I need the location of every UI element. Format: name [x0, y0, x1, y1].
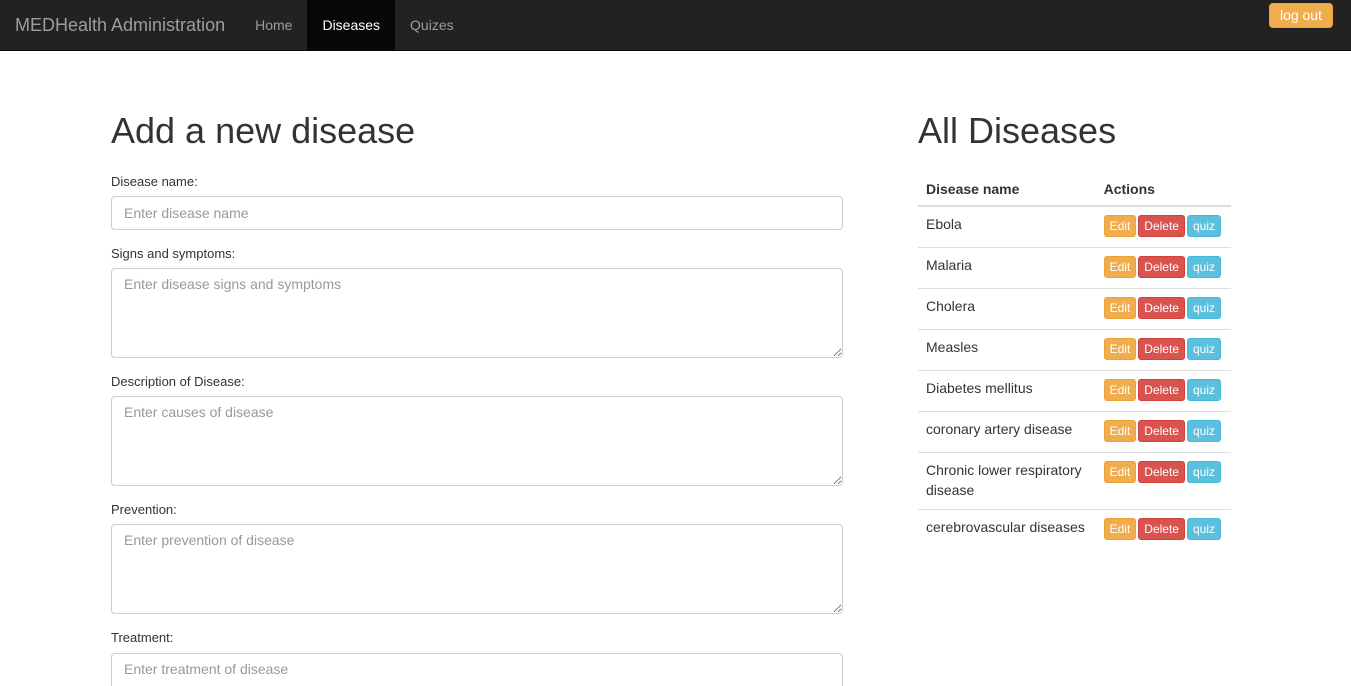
all-diseases-title: All Diseases	[918, 110, 1117, 151]
edit-button[interactable]: Edit	[1103, 337, 1137, 360]
quiz-button[interactable]: quiz	[1186, 255, 1221, 278]
navbar-nav: Home Diseases Quizes	[240, 0, 469, 50]
page-container: Add a new disease Disease name: Signs and…	[0, 51, 1351, 686]
field-label: Disease name:	[111, 173, 198, 189]
table-row: cerebrovascular diseases Edit Delete quiz	[918, 508, 1231, 550]
form-group: Disease name:	[111, 173, 843, 230]
action-button-group: Edit Delete quiz	[1103, 460, 1223, 485]
quiz-button[interactable]: quiz	[1186, 460, 1221, 483]
table-row: Ebola Edit Delete quiz	[918, 205, 1231, 248]
actions-cell: Edit Delete quiz	[1095, 410, 1231, 453]
form-group: Treatment:	[111, 629, 843, 686]
delete-button[interactable]: Delete	[1138, 460, 1185, 483]
disease-name-cell: Malaria	[918, 246, 1096, 289]
action-button-group: Edit Delete quiz	[1103, 378, 1223, 403]
diseases-table-body: Ebola Edit Delete quiz Malaria Edit Delete quiz…	[918, 205, 1231, 550]
column-header-actions: Actions	[1095, 172, 1231, 207]
actions-cell: Edit Delete quiz	[1095, 205, 1231, 248]
delete-button[interactable]: Delete	[1138, 517, 1185, 540]
column-header-disease-name: Disease name	[918, 172, 1096, 207]
nav-item-diseases[interactable]: Diseases	[307, 0, 396, 50]
actions-cell: Edit Delete quiz	[1095, 246, 1231, 289]
actions-cell: Edit Delete quiz	[1095, 287, 1231, 330]
signs-and-symptoms-field[interactable]	[111, 267, 843, 358]
diseases-table-head: Disease name Actions	[918, 172, 1231, 207]
add-disease-form: Add a new disease Disease name: Signs and…	[111, 51, 843, 686]
treatment-field[interactable]	[111, 652, 843, 686]
delete-button[interactable]: Delete	[1138, 378, 1185, 401]
navbar-brand[interactable]: MEDHealth Administration	[0, 0, 240, 50]
disease-name-field[interactable]	[111, 195, 843, 230]
action-button-group: Edit Delete quiz	[1103, 337, 1223, 362]
actions-cell: Edit Delete quiz	[1095, 451, 1231, 510]
disease-name-cell: cerebrovascular diseases	[918, 508, 1096, 550]
diseases-table: Disease name Actions Ebola Edit Delete quiz…	[918, 172, 1231, 550]
actions-cell: Edit Delete quiz	[1095, 508, 1231, 550]
page-title: Add a new disease	[111, 110, 416, 151]
disease-name-cell: Ebola	[918, 205, 1096, 248]
edit-button[interactable]: Edit	[1103, 460, 1137, 483]
delete-button[interactable]: Delete	[1138, 419, 1185, 442]
quiz-button[interactable]: quiz	[1186, 419, 1221, 442]
disease-name-cell: Measles	[918, 328, 1096, 371]
logout-button[interactable]: log out	[1268, 3, 1333, 28]
prevention-field[interactable]	[111, 524, 843, 615]
form-fields-group: Disease name: Signs and symptoms: Descript…	[111, 173, 843, 686]
form-group: Description of Disease:	[111, 373, 843, 487]
quiz-button[interactable]: quiz	[1186, 337, 1221, 360]
form-group: Signs and symptoms:	[111, 245, 843, 358]
disease-name-cell: Cholera	[918, 287, 1096, 330]
delete-button[interactable]: Delete	[1138, 214, 1185, 237]
table-row: Malaria Edit Delete quiz	[918, 246, 1231, 289]
nav-item-quizes[interactable]: Quizes	[395, 0, 469, 50]
field-label: Treatment:	[111, 630, 174, 646]
table-row: Cholera Edit Delete quiz	[918, 287, 1231, 330]
action-button-group: Edit Delete quiz	[1103, 517, 1223, 542]
all-diseases-panel: All Diseases Disease name Actions Ebola E…	[918, 51, 1231, 550]
action-button-group: Edit Delete quiz	[1103, 296, 1223, 321]
edit-button[interactable]: Edit	[1103, 296, 1137, 319]
edit-button[interactable]: Edit	[1103, 255, 1137, 278]
form-group: Prevention:	[111, 501, 843, 615]
action-button-group: Edit Delete quiz	[1103, 255, 1223, 280]
quiz-button[interactable]: quiz	[1186, 378, 1221, 401]
edit-button[interactable]: Edit	[1103, 214, 1137, 237]
table-row: Diabetes mellitus Edit Delete quiz	[918, 369, 1231, 412]
delete-button[interactable]: Delete	[1138, 255, 1185, 278]
disease-name-cell: coronary artery disease	[918, 410, 1096, 453]
nav-item-home[interactable]: Home	[240, 0, 307, 50]
edit-button[interactable]: Edit	[1103, 517, 1137, 540]
field-label: Prevention:	[111, 502, 177, 518]
table-row: coronary artery disease Edit Delete quiz	[918, 410, 1231, 453]
table-row: Measles Edit Delete quiz	[918, 328, 1231, 371]
quiz-button[interactable]: quiz	[1186, 296, 1221, 319]
action-button-group: Edit Delete quiz	[1103, 419, 1223, 444]
delete-button[interactable]: Delete	[1138, 296, 1185, 319]
disease-name-cell: Chronic lower respiratory disease	[918, 451, 1096, 510]
description-of-disease-field[interactable]	[111, 396, 843, 487]
edit-button[interactable]: Edit	[1103, 378, 1137, 401]
table-header-row: Disease name Actions	[918, 172, 1231, 207]
action-button-group: Edit Delete quiz	[1103, 214, 1223, 239]
disease-name-cell: Diabetes mellitus	[918, 369, 1096, 412]
delete-button[interactable]: Delete	[1138, 337, 1185, 360]
quiz-button[interactable]: quiz	[1186, 214, 1221, 237]
table-row: Chronic lower respiratory disease Edit Del…	[918, 451, 1231, 510]
field-label: Description of Disease:	[111, 373, 245, 389]
actions-cell: Edit Delete quiz	[1095, 328, 1231, 371]
edit-button[interactable]: Edit	[1103, 419, 1137, 442]
field-label: Signs and symptoms:	[111, 245, 236, 261]
quiz-button[interactable]: quiz	[1186, 517, 1221, 540]
top-navbar: MEDHealth Administration Home Diseases Qui…	[0, 0, 1351, 51]
actions-cell: Edit Delete quiz	[1095, 369, 1231, 412]
